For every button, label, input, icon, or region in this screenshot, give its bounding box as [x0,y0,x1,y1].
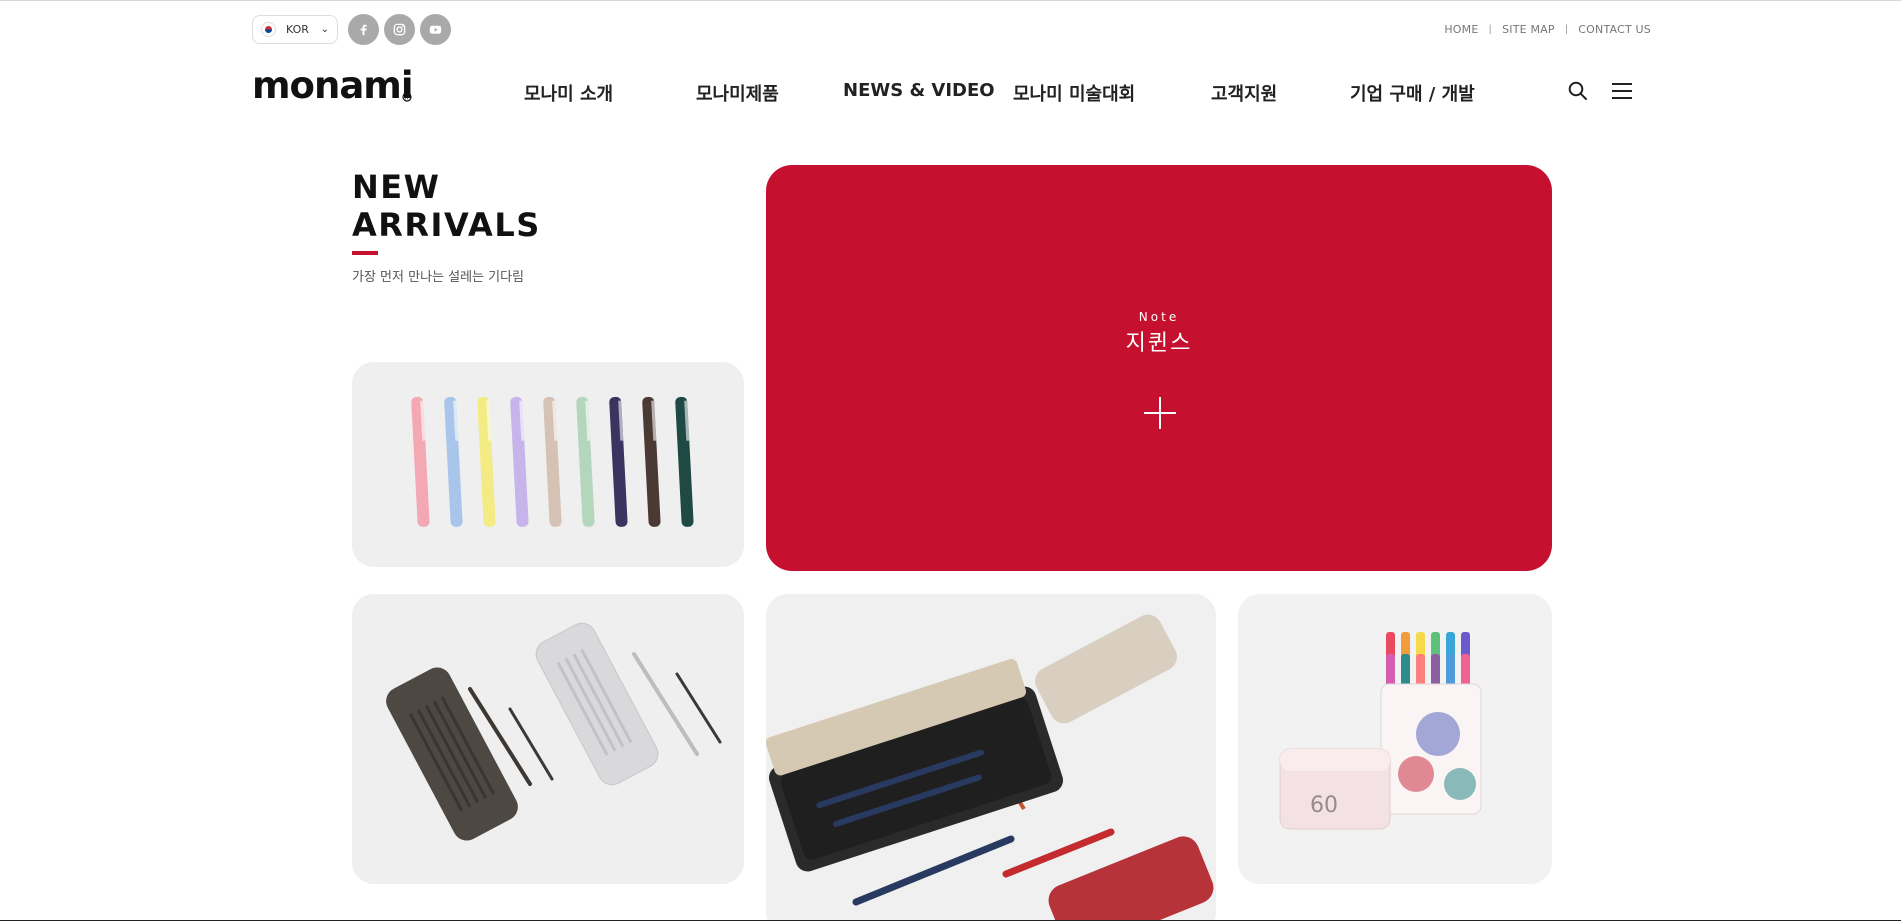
new-arrivals-title: NEW ARRIVALS [352,168,541,244]
language-label: KOR [286,23,309,36]
instagram-icon[interactable] [384,14,415,45]
nav-news-video[interactable]: NEWS & VIDEO [843,80,995,101]
facebook-icon[interactable] [348,14,379,45]
product-card-tin-case[interactable] [766,594,1216,921]
markers-image: 60 [1238,594,1552,884]
product-card-markers[interactable]: 60 [1238,594,1552,884]
product-card-cases[interactable] [352,594,744,884]
logo-wordmark: monami [252,64,413,104]
cases-image [352,594,744,884]
nav-business[interactable]: 기업 구매 / 개발 [1350,80,1475,106]
title-line-2: ARRIVALS [352,206,541,244]
box-number: 60 [1310,793,1338,818]
title-line-1: NEW [352,168,441,206]
product-card-pens[interactable] [352,362,744,567]
nav-about[interactable]: 모나미 소개 [524,80,613,106]
search-icon[interactable] [1567,80,1589,102]
nav-products[interactable]: 모나미제품 [696,80,779,106]
link-separator: | [1564,24,1569,35]
accent-bar [352,251,378,255]
svg-text:R: R [405,96,409,102]
pens-image [352,362,744,567]
nav-art-contest[interactable]: 모나미 미술대회 [1013,80,1135,106]
featured-category: Note [1138,310,1180,324]
menu-icon[interactable] [1611,80,1633,102]
tin-case-image [766,594,1216,921]
featured-product-card[interactable]: Note 지퀸스 [766,165,1552,571]
plus-icon [1144,397,1176,429]
contact-us-link[interactable]: CONTACT US [1578,23,1651,36]
monami-logo[interactable]: monami R [252,64,414,107]
featured-name: 지퀸스 [1125,331,1193,356]
youtube-icon[interactable] [420,14,451,45]
site-map-link[interactable]: SITE MAP [1502,23,1555,36]
home-link[interactable]: HOME [1444,23,1478,36]
language-selector[interactable]: KOR ⌄ [252,15,338,44]
link-separator: | [1488,24,1493,35]
utility-links: HOME | SITE MAP | CONTACT US [1444,23,1651,36]
korea-flag-icon [261,22,276,37]
new-arrivals-subtitle: 가장 먼저 만나는 설레는 기다림 [352,270,525,285]
nav-support[interactable]: 고객지원 [1211,80,1277,106]
top-divider [0,0,1901,1]
chevron-down-icon: ⌄ [320,24,329,35]
